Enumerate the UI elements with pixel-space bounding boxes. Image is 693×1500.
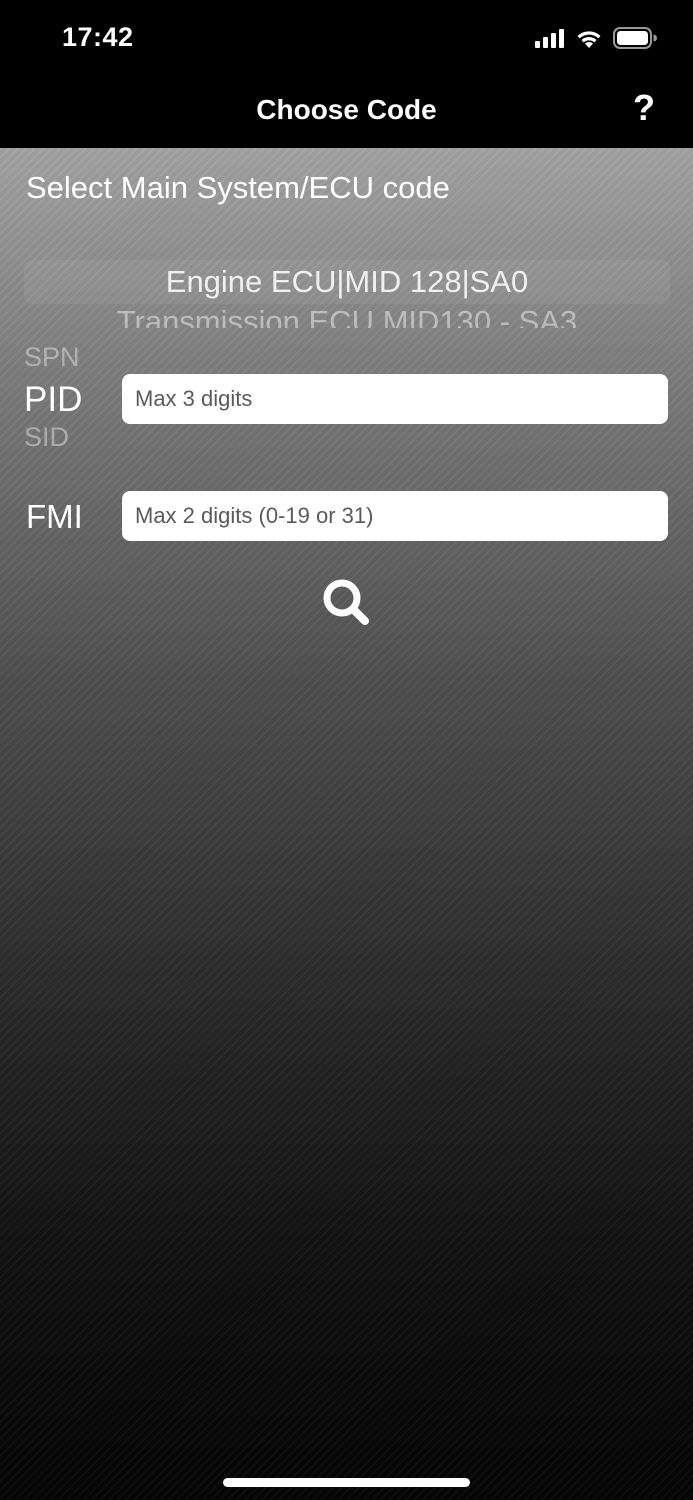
code-type-selected-pid[interactable]: PID [24,380,82,420]
home-indicator [223,1478,470,1487]
fmi-label: FMI [26,498,83,535]
cellular-signal-icon [535,29,564,48]
wifi-icon [577,30,601,48]
battery-icon [613,27,657,49]
code-type-picker[interactable]: SPN PID SID [24,344,104,454]
fmi-input[interactable] [122,491,668,541]
status-time: 17:42 [62,22,134,52]
search-icon [323,579,369,625]
status-bar: 17:42 [0,0,693,76]
ecu-picker[interactable]: Engine ECU|MID 128|SA0 Transmission ECU … [24,260,670,328]
code-type-option-sid[interactable]: SID [24,422,69,453]
help-button[interactable]: ? [627,86,661,130]
code-type-option-spn[interactable]: SPN [24,344,80,373]
status-icons [535,26,657,50]
search-button[interactable] [320,576,374,630]
pid-input[interactable] [122,374,668,424]
ecu-picker-next-option[interactable]: Transmission ECU MID130 - SA3 [24,304,670,328]
section-heading: Select Main System/ECU code [26,170,450,205]
page-title: Choose Code [256,94,437,125]
navigation-bar: Choose Code ? [0,76,693,148]
ecu-picker-selected[interactable]: Engine ECU|MID 128|SA0 [24,264,670,300]
main-content: Select Main System/ECU code Engine ECU|M… [0,148,693,1500]
